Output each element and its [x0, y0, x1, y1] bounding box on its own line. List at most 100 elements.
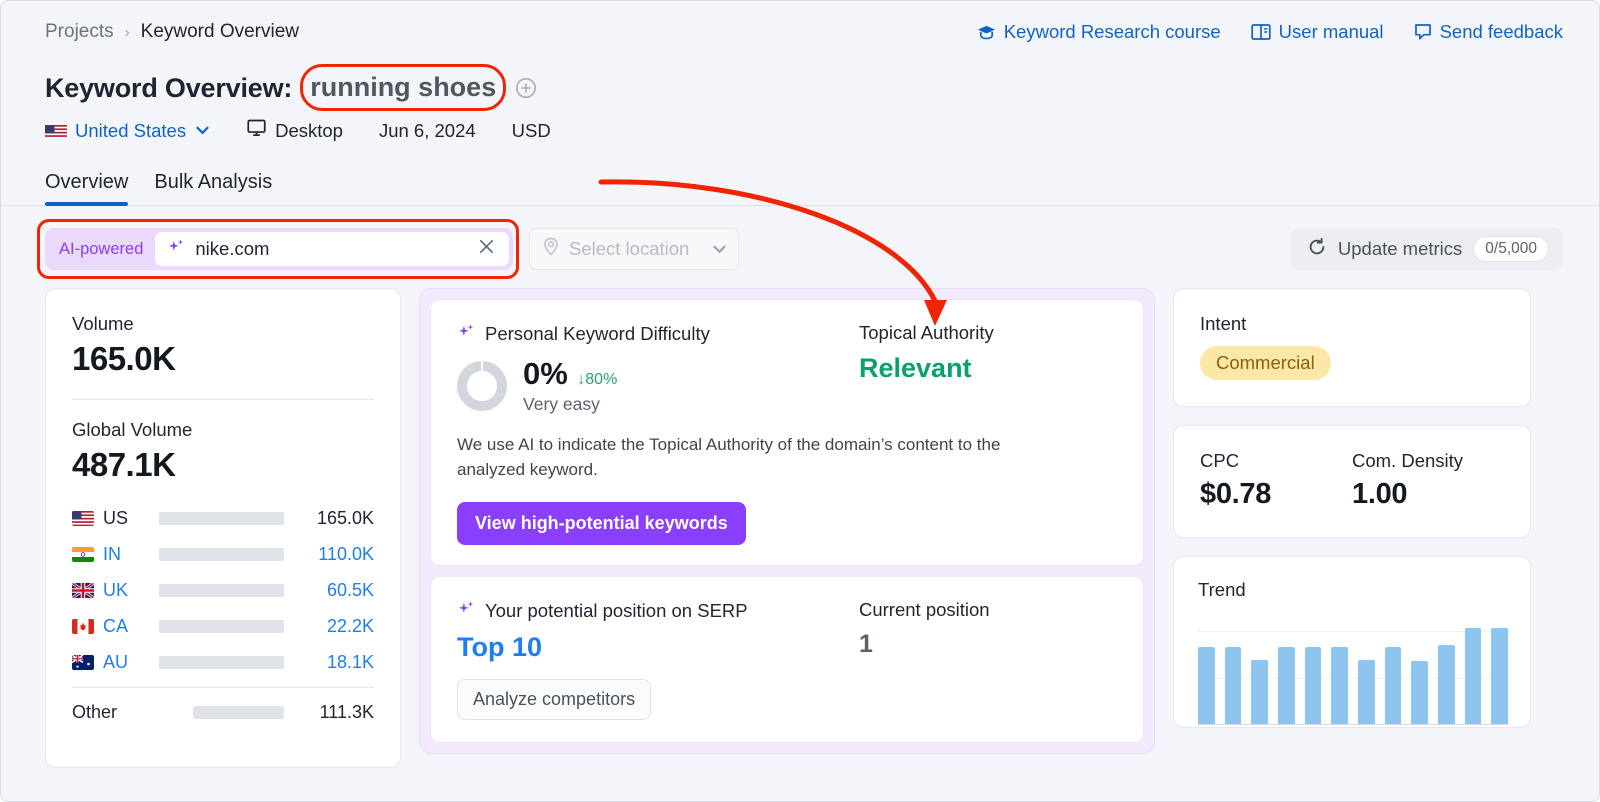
- volume-label: Volume: [72, 313, 134, 334]
- breadcrumb-current: Keyword Overview: [140, 21, 300, 42]
- book-icon: [1250, 23, 1271, 41]
- cpc-value: $0.78: [1200, 478, 1272, 510]
- divider: [72, 399, 374, 400]
- density-label: Com. Density: [1352, 450, 1464, 471]
- location-placeholder: Select location: [569, 238, 690, 259]
- volume-bar-track: [193, 705, 284, 719]
- sparkle-icon: [167, 237, 186, 261]
- send-feedback-label: Send feedback: [1439, 21, 1563, 42]
- pkd-delta: ↓80%: [577, 371, 618, 388]
- search-left-group: AI-powered nike.com Select location: [37, 219, 739, 279]
- domain-input-value: nike.com: [195, 238, 270, 259]
- volume-bar-track: [159, 619, 284, 633]
- au-flag-icon: [72, 654, 94, 670]
- tab-overview[interactable]: Overview: [45, 171, 129, 206]
- serp-position-card: Your potential position on SERP Top 10 A…: [430, 576, 1144, 744]
- plus-circle-icon[interactable]: [515, 77, 537, 99]
- serp-potential-value: Top 10: [457, 632, 543, 663]
- us-flag-icon: [185, 352, 207, 367]
- send-feedback-link[interactable]: Send feedback: [1414, 21, 1563, 43]
- view-high-potential-keywords-button[interactable]: View high-potential keywords: [457, 502, 746, 546]
- other-label: Other: [72, 701, 118, 722]
- country-volume-value: 22.2K: [326, 615, 374, 636]
- status-badge: Commercial: [1200, 346, 1331, 380]
- divider: [72, 687, 374, 688]
- trend-bar: [1251, 660, 1269, 725]
- pkd-value-line: 0% ↓80%: [523, 356, 617, 392]
- personal-keyword-difficulty-card: Personal Keyword Difficulty 0% ↓80% Very…: [430, 299, 1144, 567]
- global-volume-value: 487.1K: [72, 446, 176, 483]
- table-row: AU 18.1K: [72, 644, 374, 680]
- pkd-title: Personal Keyword Difficulty: [485, 323, 710, 344]
- domain-input[interactable]: nike.com: [155, 232, 509, 266]
- user-manual-link[interactable]: User manual: [1250, 21, 1384, 43]
- tab-bulk-analysis[interactable]: Bulk Analysis: [154, 171, 272, 205]
- uk-flag-icon: [72, 582, 94, 598]
- keyword-research-course-link[interactable]: Keyword Research course: [977, 21, 1221, 43]
- trend-bar: [1358, 660, 1375, 725]
- cpc-card: CPC $0.78 Com. Density 1.00: [1173, 425, 1531, 538]
- location-selector[interactable]: Select location: [529, 228, 739, 270]
- page-title-row: Keyword Overview: running shoes: [1, 64, 1599, 111]
- top-links: Keyword Research course User manual Send…: [977, 21, 1563, 43]
- search-row: AI-powered nike.com Select location Upda…: [1, 206, 1599, 279]
- keyword-research-course-label: Keyword Research course: [1003, 21, 1221, 42]
- us-flag-icon: [72, 510, 94, 526]
- current-position-value: 1: [859, 630, 873, 659]
- breadcrumb-projects[interactable]: Projects: [45, 21, 114, 43]
- pkd-description: We use AI to indicate the Topical Author…: [457, 435, 1001, 479]
- volume-bar-track: [159, 511, 284, 525]
- trend-bar: [1384, 647, 1402, 725]
- country-volume-value: 18.1K: [326, 651, 374, 672]
- keyword-value[interactable]: running shoes: [300, 64, 507, 111]
- trend-chart: [1198, 617, 1509, 725]
- ai-domain-search: AI-powered nike.com: [37, 219, 519, 279]
- pkd-value: 0%: [523, 356, 568, 391]
- update-metrics-button[interactable]: Update metrics 0/5,000: [1290, 228, 1563, 270]
- table-row: Other 111.3K: [72, 694, 374, 730]
- table-row: US 165.0K: [72, 500, 374, 536]
- topical-authority-title: Topical Authority: [859, 322, 994, 343]
- volume-value-row: 165.0K: [72, 340, 374, 378]
- volume-bar-track: [159, 583, 284, 597]
- trend-bar: [1464, 627, 1482, 725]
- trend-bar: [1224, 647, 1242, 725]
- close-icon[interactable]: [474, 238, 499, 261]
- trend-bar: [1278, 647, 1295, 725]
- currency-label: USD: [511, 119, 551, 141]
- serp-title-row: Your potential position on SERP: [457, 599, 859, 623]
- page-title: Keyword Overview:: [45, 72, 293, 103]
- left-column: Volume 165.0K Global Volume 487.1K US 16…: [45, 288, 401, 768]
- sparkle-icon: [457, 599, 476, 623]
- volume-card: Volume 165.0K Global Volume 487.1K US 16…: [45, 288, 401, 768]
- analyze-competitors-button[interactable]: Analyze competitors: [457, 679, 652, 721]
- ca-flag-icon: [72, 618, 94, 634]
- trend-bar: [1491, 627, 1509, 725]
- current-position-group: Current position 1: [859, 599, 990, 720]
- country-volume-list: US 165.0K IN 110.0K UK 60.5K CA 22.2K AU…: [72, 500, 374, 730]
- current-position-title: Current position: [859, 599, 990, 621]
- pkd-left: Personal Keyword Difficulty 0% ↓80% Very…: [457, 322, 859, 415]
- top-bar: Projects › Keyword Overview Keyword Rese…: [1, 1, 1599, 67]
- in-flag-icon: [72, 546, 94, 562]
- chart-axis: [1198, 724, 1508, 725]
- trend-bar: [1411, 661, 1429, 725]
- map-pin-icon: [542, 237, 560, 261]
- serp-title: Your potential position on SERP: [485, 600, 748, 622]
- country-volume-value: 60.5K: [326, 579, 374, 600]
- country-selector[interactable]: United States: [45, 120, 209, 142]
- country-code: US: [103, 507, 129, 528]
- update-metrics-label: Update metrics: [1337, 238, 1463, 259]
- country-code: AU: [103, 651, 129, 672]
- date-label: Jun 6, 2024: [378, 119, 476, 141]
- density-group: Com. Density 1.00: [1352, 450, 1504, 511]
- ai-insights-panel: Personal Keyword Difficulty 0% ↓80% Very…: [419, 288, 1155, 755]
- cpc-label: CPC: [1200, 450, 1240, 471]
- refresh-icon: [1307, 237, 1327, 262]
- country-code: CA: [103, 615, 129, 636]
- serp-left: Your potential position on SERP Top 10 A…: [457, 599, 859, 721]
- trend-card: Trend: [1173, 556, 1531, 728]
- device-label: Desktop: [275, 119, 343, 141]
- pkd-value-group: 0% ↓80% Very easy: [523, 356, 617, 415]
- breadcrumb: Projects › Keyword Overview: [45, 21, 299, 43]
